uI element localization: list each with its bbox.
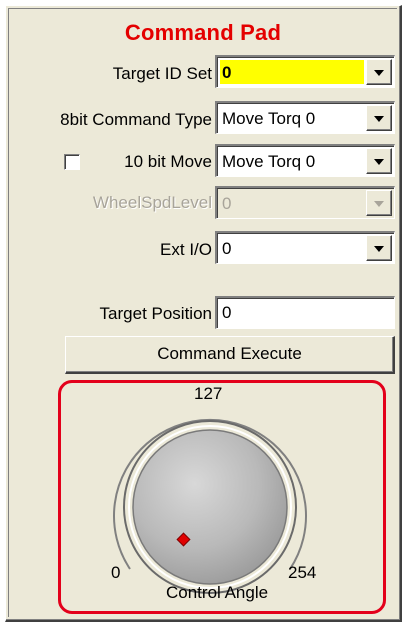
dial-knob (132, 429, 288, 585)
control-angle-frame: 127 0 254 Control Angle (58, 380, 386, 614)
command-type-dropdown-button[interactable] (366, 105, 392, 131)
target-id-dropdown-button[interactable] (366, 59, 392, 85)
dial-caption: Control Angle (166, 583, 269, 602)
move-10bit-checkbox[interactable] (64, 154, 80, 170)
target-id-label: Target ID Set (112, 64, 212, 83)
wheel-spd-level-value: 0 (222, 194, 232, 213)
command-type-combo[interactable]: Move Torq 0 (215, 101, 395, 134)
target-position-input[interactable]: 0 (215, 296, 395, 329)
dial-max-label: 254 (288, 563, 317, 582)
panel-title: Command Pad (124, 20, 282, 45)
wheel-spd-level-dropdown-button (366, 190, 392, 216)
dial-mid-label: 127 (194, 384, 223, 403)
ext-io-dropdown-button[interactable] (366, 235, 392, 261)
move-10bit-label[interactable]: 10 bit Move (124, 152, 212, 172)
command-execute-button[interactable]: Command Execute (65, 336, 395, 374)
wheel-spd-level-combo: 0 (215, 186, 395, 219)
target-id-combo[interactable]: 0 (215, 55, 395, 88)
chevron-down-icon (374, 116, 384, 122)
move-10bit-dropdown-button[interactable] (366, 148, 392, 174)
chevron-down-icon (374, 70, 384, 76)
ext-io-value: 0 (222, 239, 232, 258)
move-10bit-value: Move Torq 0 (222, 152, 316, 171)
ext-io-combo[interactable]: 0 (215, 231, 395, 264)
dial-min-label: 0 (111, 563, 121, 582)
ext-io-label: Ext I/O (160, 240, 212, 259)
control-angle-dial[interactable] (61, 383, 383, 611)
command-type-value: Move Torq 0 (222, 109, 316, 128)
move-10bit-combo[interactable]: Move Torq 0 (215, 144, 395, 177)
chevron-down-icon (374, 159, 384, 165)
command-type-label: 8bit Command Type (60, 110, 212, 129)
target-id-value: 0 (220, 60, 364, 84)
chevron-down-icon (374, 246, 384, 252)
wheel-spd-level-label: WheelSpdLevel (92, 193, 212, 212)
chevron-down-icon (374, 201, 384, 207)
target-position-label: Target Position (99, 304, 212, 323)
